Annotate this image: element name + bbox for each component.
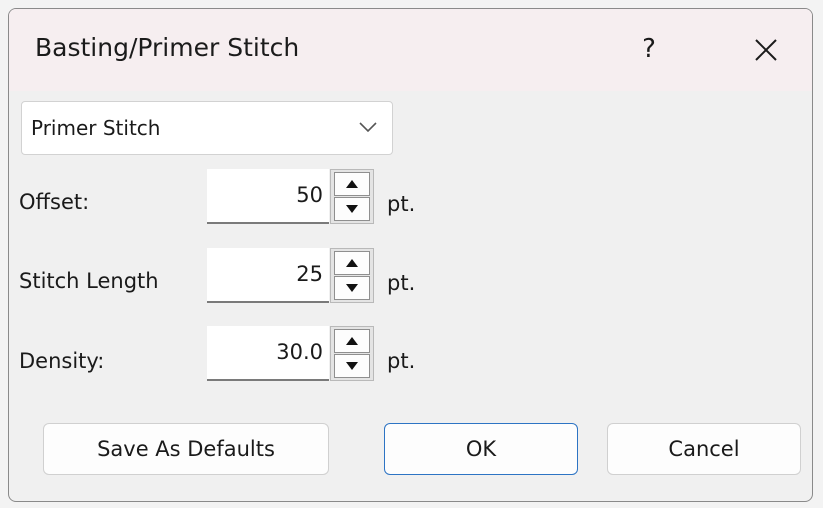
basting-primer-dialog: Basting/Primer Stitch ? Primer Stitch Of…: [8, 8, 813, 502]
stitch-length-label: Stitch Length: [19, 269, 159, 293]
arrow-up-icon: [346, 259, 358, 267]
cancel-button[interactable]: Cancel: [607, 423, 801, 475]
arrow-down-icon: [346, 362, 358, 370]
density-label: Density:: [19, 349, 105, 373]
save-as-defaults-button[interactable]: Save As Defaults: [43, 423, 329, 475]
close-button[interactable]: [745, 29, 787, 71]
dialog-title: Basting/Primer Stitch: [35, 33, 300, 62]
ok-button[interactable]: OK: [384, 423, 578, 475]
stitch-length-spinner: [330, 248, 374, 303]
arrow-down-icon: [346, 205, 358, 213]
density-spinner: [330, 326, 374, 381]
close-icon: [755, 39, 777, 61]
offset-label: Offset:: [19, 190, 90, 214]
offset-decrement-button[interactable]: [334, 197, 370, 221]
stitch-length-input[interactable]: 25: [207, 248, 329, 303]
density-increment-button[interactable]: [334, 329, 370, 353]
stitch-length-unit: pt.: [387, 271, 416, 295]
density-input[interactable]: 30.0: [207, 326, 329, 381]
density-decrement-button[interactable]: [334, 354, 370, 378]
title-bar: Basting/Primer Stitch ?: [9, 9, 812, 91]
chevron-down-icon: [359, 122, 377, 133]
stitch-type-selected: Primer Stitch: [31, 116, 161, 140]
offset-unit: pt.: [387, 192, 416, 216]
arrow-down-icon: [346, 284, 358, 292]
offset-input[interactable]: 50: [207, 169, 329, 224]
offset-spinner: [330, 169, 374, 224]
density-unit: pt.: [387, 349, 416, 373]
arrow-up-icon: [346, 337, 358, 345]
help-button[interactable]: ?: [629, 29, 669, 69]
stitch-length-increment-button[interactable]: [334, 251, 370, 275]
stitch-type-dropdown[interactable]: Primer Stitch: [21, 101, 393, 155]
arrow-up-icon: [346, 180, 358, 188]
stitch-length-decrement-button[interactable]: [334, 276, 370, 300]
offset-increment-button[interactable]: [334, 172, 370, 196]
